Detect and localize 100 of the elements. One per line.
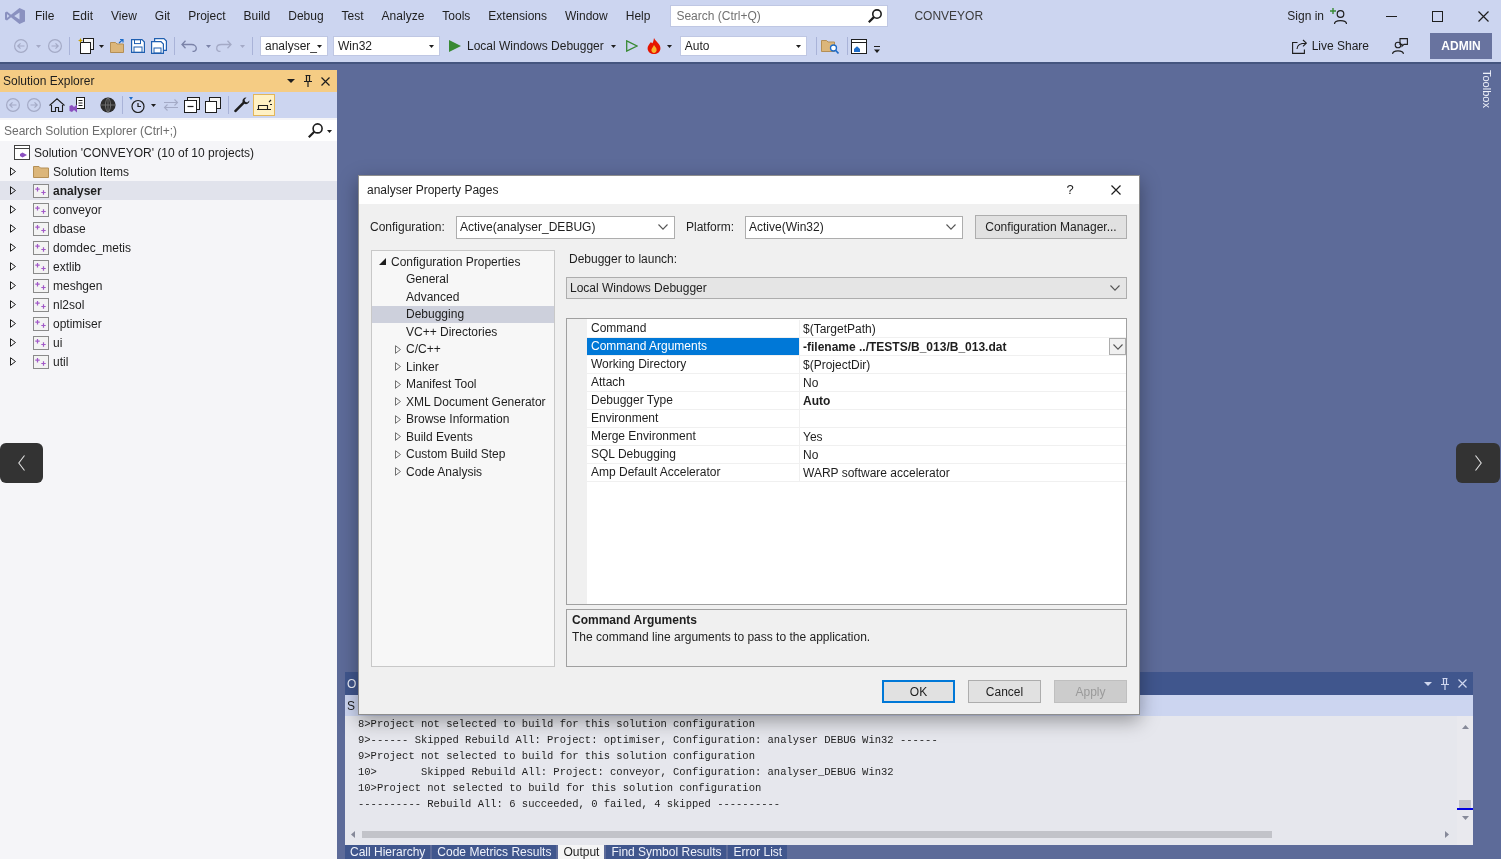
menu-item[interactable]: Help bbox=[616, 4, 660, 28]
clock-icon[interactable] bbox=[129, 97, 145, 113]
configuration-dropdown[interactable]: Active(analyser_DEBUG) bbox=[456, 215, 675, 239]
platform-dropdown[interactable]: Win32 bbox=[333, 36, 440, 56]
property-value[interactable]: No bbox=[800, 445, 819, 464]
configuration-dropdown[interactable]: analyser_ bbox=[260, 36, 328, 56]
property-name[interactable]: Environment bbox=[587, 410, 799, 427]
tree-item[interactable]: extlib bbox=[0, 257, 337, 276]
tree-item[interactable]: XML Document Generator bbox=[372, 393, 554, 411]
chevron-down-icon[interactable] bbox=[658, 224, 668, 230]
preview-toggle-icon[interactable] bbox=[253, 94, 275, 116]
panel-tab[interactable]: Error List bbox=[728, 845, 788, 859]
pin-icon[interactable] bbox=[304, 75, 312, 87]
play-icon[interactable] bbox=[449, 40, 461, 52]
configuration-manager-button[interactable]: Configuration Manager... bbox=[975, 215, 1127, 239]
caret-down-icon[interactable] bbox=[317, 44, 323, 48]
close-icon[interactable] bbox=[321, 76, 330, 86]
scroll-up-icon[interactable] bbox=[1461, 725, 1469, 729]
undo-icon[interactable] bbox=[181, 40, 197, 52]
tree-item[interactable]: analyser bbox=[0, 181, 337, 200]
menu-item[interactable]: Git bbox=[145, 4, 180, 28]
caret-down-icon[interactable] bbox=[327, 130, 332, 133]
panel-tab[interactable]: Code Metrics Results bbox=[432, 845, 557, 859]
flame-icon[interactable] bbox=[646, 38, 661, 54]
tree-item[interactable]: dbase bbox=[0, 219, 337, 238]
property-name[interactable]: Command Arguments bbox=[587, 338, 799, 355]
tree-item[interactable]: ui bbox=[0, 333, 337, 352]
property-value[interactable]: Auto bbox=[800, 391, 831, 410]
dialog-button[interactable]: OK bbox=[882, 680, 955, 703]
caret-down-icon[interactable] bbox=[610, 44, 616, 48]
tree-item[interactable]: Solution 'CONVEYOR' (10 of 10 projects) bbox=[0, 143, 337, 162]
tree-item[interactable]: VC++ Directories bbox=[372, 323, 554, 341]
panel-tab[interactable]: Find Symbol Results bbox=[606, 845, 727, 859]
switch-views-icon[interactable] bbox=[69, 97, 85, 113]
copy-icon[interactable] bbox=[205, 97, 221, 113]
property-name[interactable]: Command bbox=[587, 320, 799, 337]
property-value[interactable]: $(TargetPath) bbox=[800, 319, 876, 338]
triangle-right-icon[interactable] bbox=[10, 338, 16, 347]
menu-item[interactable]: Tools bbox=[433, 4, 480, 28]
search-icon[interactable] bbox=[308, 123, 323, 138]
search-field[interactable]: Search (Ctrl+Q) bbox=[670, 5, 889, 27]
tree-item[interactable]: optimiser bbox=[0, 314, 337, 333]
scroll-thumb[interactable] bbox=[1459, 800, 1471, 808]
property-value[interactable]: WARP software accelerator bbox=[800, 463, 950, 482]
property-value[interactable]: No bbox=[800, 373, 819, 392]
maximize-icon[interactable] bbox=[1431, 10, 1443, 22]
tree-item[interactable]: General bbox=[372, 270, 554, 288]
property-name[interactable]: Merge Environment bbox=[587, 428, 799, 445]
close-icon[interactable] bbox=[1478, 10, 1489, 22]
search-field[interactable]: Search Solution Explorer (Ctrl+;) bbox=[0, 120, 337, 141]
property-value[interactable]: -filename ../TESTS/B_013/B_013.dat bbox=[800, 337, 1007, 356]
window-icon[interactable] bbox=[850, 38, 867, 54]
triangle-down-icon[interactable] bbox=[379, 258, 386, 266]
new-project-icon[interactable] bbox=[78, 38, 94, 54]
menu-item[interactable]: Test bbox=[332, 4, 373, 28]
triangle-right-icon[interactable] bbox=[10, 167, 16, 176]
tree-item[interactable]: Advanced bbox=[372, 288, 554, 306]
close-icon[interactable] bbox=[1111, 185, 1121, 195]
panel-tab[interactable]: Call Hierarchy bbox=[345, 845, 431, 859]
chevron-right-icon[interactable] bbox=[1474, 455, 1482, 471]
tree-item[interactable]: Solution Items bbox=[0, 162, 337, 181]
triangle-right-icon[interactable] bbox=[10, 205, 16, 214]
caret-down-icon[interactable] bbox=[666, 44, 672, 48]
toolbox-tab[interactable]: Toolbox bbox=[1478, 70, 1496, 108]
tree-item[interactable]: Custom Build Step bbox=[372, 445, 554, 463]
help-button[interactable]: ? bbox=[1056, 176, 1084, 204]
triangle-right-icon[interactable] bbox=[10, 357, 16, 366]
caret-down-icon[interactable] bbox=[795, 44, 801, 48]
menu-item[interactable]: Edit bbox=[63, 4, 103, 28]
caret-down-icon[interactable] bbox=[99, 44, 104, 48]
home-icon[interactable] bbox=[49, 98, 65, 112]
panel-tab[interactable]: Output bbox=[558, 845, 605, 859]
triangle-right-icon[interactable] bbox=[10, 281, 16, 290]
play-outline-icon[interactable] bbox=[625, 40, 638, 52]
menu-item[interactable]: Analyze bbox=[372, 4, 434, 28]
tree-item[interactable]: domdec_metis bbox=[0, 238, 337, 257]
triangle-right-icon[interactable] bbox=[10, 262, 16, 271]
chevron-down-icon[interactable] bbox=[1112, 343, 1123, 350]
debugger-dropdown[interactable]: Local Windows Debugger bbox=[566, 277, 1127, 299]
caret-down-icon[interactable] bbox=[429, 44, 434, 48]
triangle-right-icon[interactable] bbox=[10, 319, 16, 328]
property-name[interactable]: Amp Default Accelerator bbox=[587, 464, 799, 481]
overflow-icon[interactable] bbox=[873, 46, 880, 54]
scroll-thumb[interactable] bbox=[362, 831, 1272, 838]
property-value[interactable]: $(ProjectDir) bbox=[800, 355, 871, 374]
person-add-icon[interactable] bbox=[1330, 8, 1347, 24]
dropdown-icon[interactable] bbox=[287, 79, 295, 83]
tree-item[interactable]: conveyor bbox=[0, 200, 337, 219]
property-name[interactable]: Working Directory bbox=[587, 356, 799, 373]
property-name[interactable]: Attach bbox=[587, 374, 799, 391]
globe-icon[interactable] bbox=[100, 97, 116, 113]
triangle-right-icon[interactable] bbox=[10, 300, 16, 309]
tree-item[interactable]: nl2sol bbox=[0, 295, 337, 314]
caret-down-icon[interactable] bbox=[151, 103, 156, 107]
tree-item[interactable]: Manifest Tool bbox=[372, 375, 554, 393]
previous-button[interactable] bbox=[0, 443, 43, 483]
dropdown-icon[interactable] bbox=[1424, 681, 1432, 686]
triangle-right-icon[interactable] bbox=[10, 243, 16, 252]
scroll-down-icon[interactable] bbox=[1461, 816, 1469, 820]
share-icon[interactable] bbox=[1291, 38, 1307, 54]
